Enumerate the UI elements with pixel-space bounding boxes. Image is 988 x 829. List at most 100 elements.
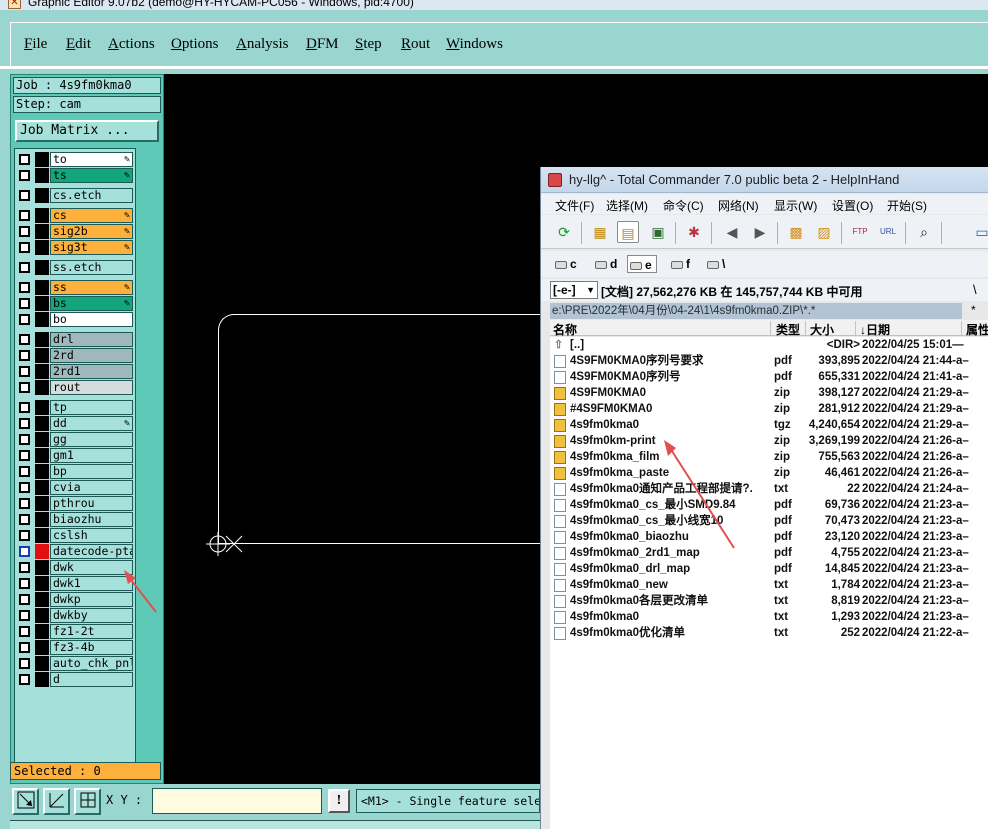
column-header-cell[interactable]: ↓日期 [858, 321, 962, 337]
layer-row[interactable]: dwk [15, 560, 137, 575]
layer-checkbox[interactable] [19, 226, 30, 237]
layer-row[interactable]: sig3t ✎ [15, 240, 137, 255]
layer-name[interactable]: cs.etch [50, 188, 133, 203]
layer-affected-indicator[interactable] [35, 464, 49, 479]
layer-affected-indicator[interactable] [35, 576, 49, 591]
drive-button-network[interactable]: \ [705, 255, 725, 273]
layer-row[interactable]: rout [15, 380, 137, 395]
select-icon[interactable]: ✱ [683, 221, 705, 243]
column-header-cell[interactable]: 名称 [551, 321, 771, 337]
layer-row[interactable]: biaozhu [15, 512, 137, 527]
file-row[interactable]: 4S9FM0KMA0序列号 pdf 655,331 2022/04/24 21:41-… [550, 369, 988, 385]
layer-name[interactable]: cvia [50, 480, 133, 495]
file-row[interactable]: 4s9fm0kma0 txt 1,293 2022/04/24 21:23-a– [550, 609, 988, 625]
layer-checkbox[interactable] [19, 498, 30, 509]
layer-affected-indicator[interactable] [35, 656, 49, 671]
layer-row[interactable]: cs ✎ [15, 208, 137, 223]
layer-affected-indicator[interactable] [35, 608, 49, 623]
file-row[interactable]: 4s9fm0kma_film zip 755,563 2022/04/24 21:26… [550, 449, 988, 465]
tc-menu-item[interactable]: 选择(M) [606, 197, 648, 214]
menu-item-analysis[interactable]: Analysis [236, 36, 289, 53]
more-tools-icon[interactable]: ▭ [971, 221, 988, 243]
layer-checkbox[interactable] [19, 334, 30, 345]
layer-row[interactable]: dwkp [15, 592, 137, 607]
layer-row[interactable]: bs ✎ [15, 296, 137, 311]
layer-checkbox[interactable] [19, 466, 30, 477]
layer-name[interactable]: 2rd [50, 348, 133, 363]
layer-affected-indicator[interactable] [35, 432, 49, 447]
layer-checkbox[interactable] [19, 350, 30, 361]
layer-name[interactable]: dd ✎ [50, 416, 133, 431]
layer-checkbox[interactable] [19, 382, 30, 393]
menu-item-step[interactable]: Step [355, 36, 382, 53]
layer-name[interactable]: cs ✎ [50, 208, 133, 223]
full-view-icon[interactable]: ▤ [617, 221, 639, 243]
layer-row[interactable]: dd ✎ [15, 416, 137, 431]
layer-row[interactable]: gm1 [15, 448, 137, 463]
layer-affected-indicator[interactable] [35, 348, 49, 363]
menu-item-options[interactable]: Options [171, 36, 219, 53]
url-icon[interactable]: URL [877, 221, 899, 243]
file-row[interactable]: 4s9fm0kma0_new txt 1,784 2022/04/24 21:23-a… [550, 577, 988, 593]
tc-menu-item[interactable]: 开始(S) [887, 197, 927, 214]
layer-row[interactable]: tp [15, 400, 137, 415]
layer-checkbox[interactable] [19, 190, 30, 201]
menu-item-actions[interactable]: Actions [108, 36, 155, 53]
file-row[interactable]: 4s9fm0kma0优化清单 txt 252 2022/04/24 21:22-a– [550, 625, 988, 641]
column-header-cell[interactable]: 大小 [808, 321, 856, 337]
file-row[interactable]: 4s9fm0kma0_cs_最小SMD9.84 pdf 69,736 2022/04/… [550, 497, 988, 513]
column-header-cell[interactable]: 属性 [964, 321, 988, 337]
layer-affected-indicator[interactable] [35, 332, 49, 347]
column-header-cell[interactable]: 类型 [774, 321, 806, 337]
menu-item-rout[interactable]: Rout [401, 36, 430, 53]
layer-row[interactable]: pthrou [15, 496, 137, 511]
menu-item-file[interactable]: File [24, 36, 47, 53]
tc-menu-item[interactable]: 显示(W) [774, 197, 817, 214]
tc-menu-item[interactable]: 文件(F) [555, 197, 594, 214]
layer-name[interactable]: dwkp [50, 592, 133, 607]
layer-checkbox[interactable] [19, 418, 30, 429]
layer-name[interactable]: fz3-4b [50, 640, 133, 655]
layer-name[interactable]: biaozhu [50, 512, 133, 527]
tc-menu-item[interactable]: 网络(N) [718, 197, 759, 214]
layer-affected-indicator[interactable] [35, 168, 49, 183]
layer-name[interactable]: pthrou [50, 496, 133, 511]
layer-name[interactable]: tp [50, 400, 133, 415]
file-row[interactable]: 4s9fm0kma0_biaozhu pdf 23,120 2022/04/24 21… [550, 529, 988, 545]
brief-view-icon[interactable]: ▦ [589, 221, 611, 243]
layer-checkbox[interactable] [19, 658, 30, 669]
layer-affected-indicator[interactable] [35, 240, 49, 255]
layer-name[interactable]: 2rd1 [50, 364, 133, 379]
job-matrix-button[interactable]: Job Matrix ... [15, 120, 159, 142]
layer-checkbox[interactable] [19, 450, 30, 461]
tc-menu-item[interactable]: 命令(C) [663, 197, 704, 214]
layer-name[interactable]: cslsh [50, 528, 133, 543]
menu-item-edit[interactable]: Edit [66, 36, 91, 53]
layer-affected-indicator[interactable] [35, 312, 49, 327]
layer-row[interactable]: 2rd [15, 348, 137, 363]
layer-name[interactable]: dwk [50, 560, 133, 575]
layer-affected-indicator[interactable] [35, 544, 49, 559]
file-row[interactable]: 4S9FM0KMA0序列号要求 pdf 393,895 2022/04/24 21:4… [550, 353, 988, 369]
layer-checkbox[interactable] [19, 170, 30, 181]
layer-checkbox[interactable] [19, 314, 30, 325]
drive-button-e[interactable]: e [627, 255, 657, 273]
grid-button[interactable] [74, 788, 101, 815]
menu-item-dfm[interactable]: DFM [306, 36, 339, 53]
layer-checkbox[interactable] [19, 578, 30, 589]
layer-name[interactable]: sig3t ✎ [50, 240, 133, 255]
layer-affected-indicator[interactable] [35, 400, 49, 415]
layer-name[interactable]: auto_chk_pnl [50, 656, 133, 671]
layer-checkbox[interactable] [19, 594, 30, 605]
layer-affected-indicator[interactable] [35, 296, 49, 311]
xy-input[interactable] [152, 788, 322, 814]
find-binoculars-icon[interactable]: ⌕ [913, 221, 935, 243]
layer-row[interactable]: sig2b ✎ [15, 224, 137, 239]
file-row[interactable]: 4S9FM0KMA0 zip 398,127 2022/04/24 21:29-a– [550, 385, 988, 401]
back-arrow-icon[interactable]: ◀ [721, 221, 743, 243]
layer-name[interactable]: fz1-2t [50, 624, 133, 639]
layer-name[interactable]: sig2b ✎ [50, 224, 133, 239]
layer-name[interactable]: ss.etch [50, 260, 133, 275]
layer-checkbox[interactable] [19, 366, 30, 377]
layer-row[interactable]: fz1-2t [15, 624, 137, 639]
